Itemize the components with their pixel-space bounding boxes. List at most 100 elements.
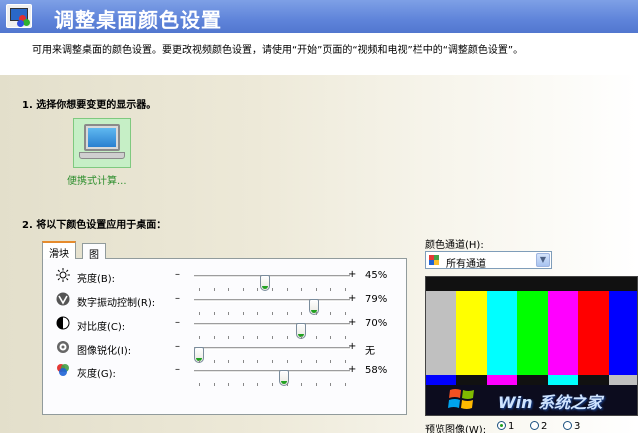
contrast-icon xyxy=(56,316,70,330)
color-bar xyxy=(608,291,637,375)
laptop-icon xyxy=(84,124,120,151)
slider-tick xyxy=(214,288,215,291)
slider-tick xyxy=(243,312,244,315)
slider-tick xyxy=(345,288,346,291)
vibrance-slider-thumb[interactable] xyxy=(309,299,319,315)
step1-title: 1. 选择你想要变更的显示器。 xyxy=(22,100,157,111)
chevron-down-icon[interactable]: ▼ xyxy=(536,253,550,267)
slider-tick xyxy=(301,383,302,386)
slider-tick xyxy=(316,336,317,339)
color-channel-icon xyxy=(429,255,439,265)
slider-tick xyxy=(214,312,215,315)
brightness-increase[interactable]: + xyxy=(348,269,356,280)
slider-tick xyxy=(243,336,244,339)
color-bar xyxy=(426,291,457,375)
slider-tick xyxy=(287,383,288,386)
slider-tick xyxy=(301,336,302,339)
slider-tick xyxy=(257,383,258,386)
gamma-slider[interactable] xyxy=(194,370,350,386)
color-bar xyxy=(578,291,609,375)
gamma-value: 58% xyxy=(365,365,388,376)
sharpen-value: 无 xyxy=(365,346,375,357)
contrast-row: 对比度(C): – + 70% xyxy=(56,316,396,339)
vibrance-value: 79% xyxy=(365,294,388,305)
slider-tick xyxy=(287,336,288,339)
preview-image-label: 预览图像(W): xyxy=(425,425,487,433)
slider-tick xyxy=(199,288,200,291)
gamma-row: 灰度(G): – + 58% xyxy=(56,363,396,386)
contrast-slider[interactable] xyxy=(194,323,350,339)
slider-tick xyxy=(243,383,244,386)
gamma-increase[interactable]: + xyxy=(348,364,356,375)
vibrance-decrease[interactable]: – xyxy=(175,293,180,304)
color-bar xyxy=(486,291,518,375)
gamma-decrease[interactable]: – xyxy=(175,364,180,375)
tab-sliders[interactable]: 滑块 xyxy=(42,241,76,260)
slider-tick xyxy=(330,312,331,315)
slider-tick xyxy=(214,336,215,339)
color-channel-label: 颜色通道(H): xyxy=(425,240,484,251)
preview-radio-1[interactable]: 1 xyxy=(497,421,514,432)
contrast-label: 对比度(C): xyxy=(77,322,126,333)
windows-logo-icon xyxy=(448,389,474,409)
slider-tick xyxy=(345,312,346,315)
slider-tick xyxy=(257,312,258,315)
slider-tick xyxy=(228,336,229,339)
slider-tick xyxy=(316,312,317,315)
vibrance-increase[interactable]: + xyxy=(348,293,356,304)
slider-tick xyxy=(316,383,317,386)
contrast-decrease[interactable]: – xyxy=(175,317,180,328)
contrast-value: 70% xyxy=(365,318,388,329)
slider-tick xyxy=(199,336,200,339)
sharpen-decrease[interactable]: – xyxy=(175,341,180,352)
color-channel-dropdown[interactable]: 所有通道 ▼ xyxy=(425,251,552,270)
color-bar xyxy=(517,291,548,375)
slider-tick xyxy=(301,288,302,291)
preview-radio-3[interactable]: 3 xyxy=(563,421,580,432)
step2-title: 2. 将以下颜色设置应用于桌面： xyxy=(22,220,167,231)
brightness-slider-thumb[interactable] xyxy=(260,275,270,291)
brightness-slider[interactable] xyxy=(194,275,350,291)
contrast-increase[interactable]: + xyxy=(348,317,356,328)
slider-tick xyxy=(345,336,346,339)
slider-tick xyxy=(330,336,331,339)
slider-tick xyxy=(316,288,317,291)
tab-graph[interactable]: 图 xyxy=(82,243,106,261)
slider-tick xyxy=(272,383,273,386)
sharpen-icon xyxy=(57,341,69,353)
brightness-row: 亮度(B): – + 45% xyxy=(56,268,396,291)
sharpen-slider[interactable] xyxy=(194,347,350,363)
brightness-decrease[interactable]: – xyxy=(175,269,180,280)
color-bar xyxy=(456,291,487,375)
slider-tick xyxy=(257,336,258,339)
display-label[interactable]: 便携式计算... xyxy=(67,172,127,187)
brightness-value: 45% xyxy=(365,270,388,281)
brightness-icon xyxy=(56,268,70,282)
slider-tick xyxy=(228,288,229,291)
page-title: 调整桌面颜色设置 xyxy=(54,8,222,32)
color-channel-value: 所有通道 xyxy=(446,259,486,270)
slider-tick xyxy=(345,383,346,386)
slider-tick xyxy=(257,288,258,291)
watermark: Win 系统之家 xyxy=(448,384,638,414)
slider-tick xyxy=(330,383,331,386)
brightness-label: 亮度(B): xyxy=(77,274,116,285)
sharpen-increase[interactable]: + xyxy=(348,341,356,352)
color-settings-icon xyxy=(6,4,32,28)
display-selector-laptop[interactable] xyxy=(73,118,131,168)
slider-tick xyxy=(243,288,244,291)
slider-tick xyxy=(272,312,273,315)
slider-tick xyxy=(228,312,229,315)
vibrance-slider[interactable] xyxy=(194,299,350,315)
slider-tick xyxy=(228,383,229,386)
vibrance-row: 数字振动控制(R): – + 79% xyxy=(56,292,396,315)
gamma-label: 灰度(G): xyxy=(77,369,116,380)
preview-radio-2[interactable]: 2 xyxy=(530,421,547,432)
slider-tick xyxy=(287,288,288,291)
slider-tick xyxy=(330,288,331,291)
color-bars xyxy=(426,291,637,375)
slider-tick xyxy=(199,383,200,386)
header-banner: 调整桌面颜色设置 xyxy=(0,0,638,33)
slider-tick xyxy=(272,336,273,339)
slider-tick xyxy=(199,312,200,315)
